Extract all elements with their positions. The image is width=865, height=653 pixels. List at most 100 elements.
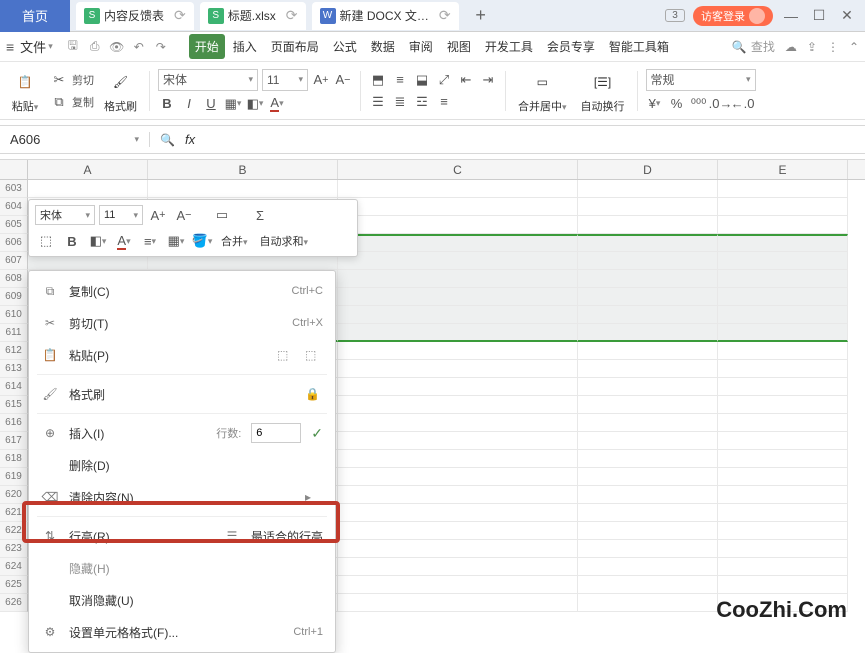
mini-paint-icon[interactable]: 🪣▾ [191,230,213,252]
name-box[interactable]: A606 ▾ [0,132,150,147]
align-left-icon[interactable]: ☰ [369,93,387,111]
document-tab-active[interactable]: S 标题.xlsx ⟳ [200,2,306,30]
tab-close-icon[interactable]: ⟳ [439,7,451,24]
col-header[interactable]: C [338,160,578,179]
cell[interactable] [338,270,578,288]
cell[interactable] [718,270,848,288]
copy-button[interactable]: ⧉复制 [50,93,94,111]
cell[interactable] [338,558,578,576]
cell[interactable] [578,234,718,252]
ctx-hide[interactable]: 隐藏(H) [29,552,335,584]
home-tab[interactable]: 首页 [0,0,70,32]
cell[interactable] [338,288,578,306]
hamburger-icon[interactable]: ≡ [6,39,14,55]
cell[interactable] [718,306,848,324]
ribbon-tab-smart[interactable]: 智能工具箱 [603,34,675,59]
cell[interactable] [338,468,578,486]
cell[interactable] [338,342,578,360]
cell[interactable] [338,324,578,342]
cell[interactable] [578,198,718,216]
row-header[interactable]: 615 [0,396,28,414]
underline-icon[interactable]: U [202,95,220,113]
cell[interactable] [578,504,718,522]
cell[interactable] [718,378,848,396]
align-middle-icon[interactable]: ≡ [391,71,409,89]
mini-align-icon[interactable]: ≡▾ [139,230,161,252]
cell[interactable] [338,396,578,414]
cell[interactable] [718,486,848,504]
cell[interactable] [718,360,848,378]
ribbon-tab-dev[interactable]: 开发工具 [479,34,539,59]
row-header[interactable]: 621 [0,504,28,522]
row-header[interactable]: 622 [0,522,28,540]
share-icon[interactable]: ⇪ [807,40,817,54]
cell[interactable] [578,360,718,378]
row-header[interactable]: 616 [0,414,28,432]
col-header[interactable]: B [148,160,338,179]
ribbon-tab-formula[interactable]: 公式 [327,34,363,59]
cell[interactable] [578,522,718,540]
cell[interactable] [28,180,148,198]
cell[interactable] [718,576,848,594]
ribbon-tab-insert[interactable]: 插入 [227,34,263,59]
ctx-insert[interactable]: ⊕ 插入(I) 行数: ✓ [29,417,335,449]
mini-fill-icon[interactable]: ◧▾ [87,230,109,252]
align-top-icon[interactable]: ⬒ [369,71,387,89]
ribbon-tab-vip[interactable]: 会员专享 [541,34,601,59]
cell[interactable] [578,342,718,360]
col-header[interactable]: E [718,160,848,179]
minimize-icon[interactable]: — [781,8,801,24]
cell[interactable] [578,378,718,396]
cell[interactable] [338,180,578,198]
mini-dec-font-icon[interactable]: A− [173,204,195,226]
border-icon[interactable]: ▦▾ [224,95,242,113]
cell[interactable] [718,540,848,558]
cell[interactable] [718,342,848,360]
row-header[interactable]: 620 [0,486,28,504]
ctx-copy[interactable]: ⧉ 复制(C) Ctrl+C [29,275,335,307]
file-menu[interactable]: 文件▾ [20,37,53,56]
dec-decimal-icon[interactable]: ←.0 [734,95,752,113]
undo-icon[interactable]: ↶ [131,39,147,55]
cell[interactable] [338,594,578,612]
col-header[interactable]: A [28,160,148,179]
row-header[interactable]: 612 [0,342,28,360]
mini-fontcolor-icon[interactable]: A▾ [113,230,135,252]
cell[interactable] [578,576,718,594]
ribbon-tab-view[interactable]: 视图 [441,34,477,59]
bold-icon[interactable]: B [158,95,176,113]
currency-icon[interactable]: ¥▾ [646,95,664,113]
paste-opt-icon[interactable]: ⬚ [277,348,295,362]
cell[interactable] [578,306,718,324]
wrap-button[interactable]: [☰] [588,68,618,96]
cell[interactable] [718,288,848,306]
ctx-cut[interactable]: ✂ 剪切(T) Ctrl+X [29,307,335,339]
cell[interactable] [338,576,578,594]
align-bottom-icon[interactable]: ⬓ [413,71,431,89]
row-header[interactable]: 618 [0,450,28,468]
cell[interactable] [338,234,578,252]
cell[interactable] [578,540,718,558]
formula-input[interactable] [205,130,855,150]
row-header[interactable]: 617 [0,432,28,450]
cell[interactable] [338,522,578,540]
cell[interactable] [718,396,848,414]
cell[interactable] [338,486,578,504]
ribbon-tab-data[interactable]: 数据 [365,34,401,59]
fx-label[interactable]: fx [185,132,195,147]
row-header[interactable]: 604 [0,198,28,216]
cell[interactable] [718,252,848,270]
row-header[interactable]: 609 [0,288,28,306]
cell[interactable] [578,558,718,576]
indent-dec-icon[interactable]: ⇤ [457,71,475,89]
mini-autosum-label[interactable]: 自动求和▾ [260,233,309,249]
cell[interactable] [578,252,718,270]
chevron-down-icon[interactable]: ▾ [134,134,139,145]
align-center-icon[interactable]: ≣ [391,93,409,111]
cell[interactable] [578,486,718,504]
ctx-row-height[interactable]: ⇅ 行高(R)... ☰ 最适合的行高 [29,520,335,552]
row-header[interactable]: 611 [0,324,28,342]
ribbon-tab-start[interactable]: 开始 [189,34,225,59]
percent-icon[interactable]: % [668,95,686,113]
font-name-combo[interactable]: 宋体▾ [158,69,258,91]
